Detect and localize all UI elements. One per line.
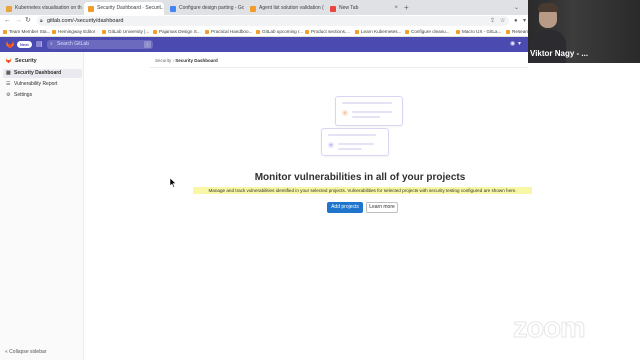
tab-label: Configure design parting - Go... <box>179 5 244 11</box>
filter-icon[interactable]: ▾ <box>523 16 526 26</box>
back-arrow-icon[interactable]: ← <box>4 16 11 26</box>
close-circle-icon: × <box>328 142 334 148</box>
bookmark-icon <box>405 30 409 34</box>
bookmark-icon <box>52 30 56 34</box>
bookmark-icon <box>305 30 309 34</box>
bookmark-star-icon[interactable]: ☆ <box>500 16 505 26</box>
collapse-sidebar-label: Collapse sidebar <box>9 349 47 355</box>
tab-favicon-icon <box>88 5 94 12</box>
bookmark-item[interactable]: Pajamas Design S... <box>153 28 201 36</box>
new-tab-plus-icon[interactable]: + <box>404 2 409 14</box>
sidebar-item-label: Vulnerability Report <box>14 81 58 87</box>
bookmark-icon <box>506 30 510 34</box>
next-badge: Next <box>17 41 32 48</box>
bookmark-icon <box>205 30 209 34</box>
tab-favicon-icon <box>6 5 12 12</box>
sidebar-toggle-icon[interactable]: ▤ <box>36 40 43 49</box>
bookmark-item[interactable]: Practical Handboo... <box>205 28 252 36</box>
breadcrumb-separator: › <box>172 58 175 63</box>
browser-tab[interactable]: New Tab × <box>326 2 402 15</box>
dashboard-icon: ▦ <box>6 70 11 76</box>
tab-label: Security Dashboard · Securit... <box>97 5 164 11</box>
browser-tab-active[interactable]: Security Dashboard · Securit... × <box>84 2 164 15</box>
sidebar-header[interactable]: Security <box>5 57 37 64</box>
bookmark-item[interactable]: Product sections,... <box>305 28 350 36</box>
tab-favicon-icon <box>170 5 176 12</box>
sidebar-item-settings[interactable]: ⚙ Settings <box>3 91 82 100</box>
bookmark-icon <box>153 30 157 34</box>
tab-label: Kubernetes visualisation on th... <box>15 5 82 11</box>
bookmark-item[interactable]: GitLab upcoming r... <box>256 28 303 36</box>
sidebar-item-label: Settings <box>14 92 33 98</box>
double-chevron-left-icon: « <box>5 349 8 355</box>
sidebar-title: Security <box>15 57 37 64</box>
tab-close-icon[interactable]: × <box>392 2 398 15</box>
search-icon: ⌕ <box>50 41 53 47</box>
bookmark-item[interactable]: Team Member Sta... <box>3 28 50 36</box>
illustration-line <box>342 102 392 104</box>
illustration-line <box>338 148 362 150</box>
collapse-sidebar-button[interactable]: « Collapse sidebar <box>5 349 46 355</box>
breadcrumb-divider <box>150 67 528 68</box>
breadcrumb-current: Security Dashboard <box>175 58 218 63</box>
breadcrumb-root-link[interactable]: Security <box>155 58 171 63</box>
bookmark-item[interactable]: Configure cleanu... <box>405 28 450 36</box>
left-sidebar: Security ▦ Security Dashboard ☰ Vulnerab… <box>0 52 84 360</box>
forward-arrow-icon[interactable]: → <box>15 16 22 26</box>
search-input[interactable]: ⌕ Search GitLab / <box>47 40 153 49</box>
add-projects-button[interactable]: Add projects <box>327 202 363 213</box>
breadcrumb: Security › Security Dashboard <box>155 58 218 63</box>
tab-favicon-icon <box>250 5 256 12</box>
bookmark-icon <box>102 30 106 34</box>
browser-tab[interactable]: Configure design parting - Go... × <box>166 2 244 15</box>
browser-tab[interactable]: Kubernetes visualisation on th... × <box>2 2 82 15</box>
zoom-watermark-logo: zoom <box>513 312 587 345</box>
sidebar-item-security-dashboard[interactable]: ▦ Security Dashboard <box>3 69 82 78</box>
search-shortcut-hint: / <box>144 41 151 48</box>
empty-state-illustration-card: ✓ <box>335 96 403 126</box>
tab-search-chevron-icon[interactable]: ⌄ <box>514 2 519 14</box>
tab-favicon-icon <box>330 5 336 12</box>
empty-state-description: Manage and track vulnerabilities identif… <box>193 187 532 194</box>
illustration-line <box>352 116 380 118</box>
video-participant-tile[interactable]: Viktor Nagy - ... <box>528 0 640 63</box>
warning-check-icon: ✓ <box>342 110 348 116</box>
participant-body <box>530 30 566 63</box>
tab-label: Agent list solution validation (... <box>259 5 324 11</box>
illustration-line <box>352 111 392 113</box>
search-placeholder: Search GitLab <box>57 41 89 47</box>
bookmark-item[interactable]: Learn Kubernetes... <box>355 28 401 36</box>
extension-fox-icon[interactable]: ● <box>514 16 518 26</box>
empty-state-illustration-card: × <box>321 128 389 156</box>
gitlab-tanuki-logo-icon[interactable] <box>5 40 15 49</box>
lock-icon: 🔒︎ <box>40 18 43 24</box>
list-icon: ☰ <box>6 81 11 87</box>
empty-state-title: Monitor vulnerabilities in all of your p… <box>254 172 466 183</box>
bookmark-item[interactable]: GitLab University |... <box>102 28 149 36</box>
learn-more-button[interactable]: Learn more <box>366 202 398 213</box>
address-url: gitlab.com/-/security/dashboard <box>47 18 124 24</box>
bookmark-item[interactable]: Macro UX - GitLa... <box>456 28 501 36</box>
reload-icon[interactable]: ↻ <box>25 16 31 26</box>
sidebar-item-vulnerability-report[interactable]: ☰ Vulnerability Report <box>3 80 82 89</box>
user-avatar-icon[interactable]: ◉ <box>510 40 515 49</box>
gear-icon: ⚙ <box>6 92 11 98</box>
browser-tab[interactable]: Agent list solution validation (... × <box>246 2 324 15</box>
tab-label: New Tab <box>339 5 359 11</box>
participant-name: Viktor Nagy - ... <box>530 49 589 58</box>
bookmark-icon <box>3 30 7 34</box>
bookmark-item[interactable]: Hemingway Editor <box>52 28 95 36</box>
share-icon[interactable]: ⇪ <box>490 16 495 26</box>
mouse-cursor-icon <box>170 178 177 188</box>
chevron-down-icon[interactable]: ▾ <box>518 40 521 49</box>
participant-hair <box>538 3 558 12</box>
gitlab-tanuki-icon <box>5 58 12 64</box>
bookmark-icon <box>256 30 260 34</box>
bookmark-icon <box>355 30 359 34</box>
illustration-line <box>338 143 374 145</box>
sidebar-item-label: Security Dashboard <box>14 70 62 76</box>
address-bar[interactable]: 🔒︎ gitlab.com/-/security/dashboard <box>37 16 509 26</box>
illustration-line <box>328 134 376 136</box>
bookmark-icon <box>456 30 460 34</box>
